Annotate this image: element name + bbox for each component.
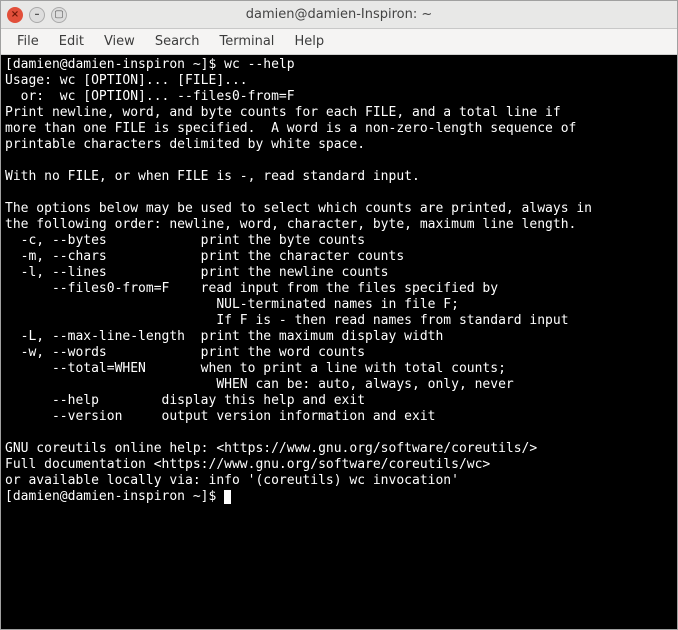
menu-terminal[interactable]: Terminal [209, 31, 284, 52]
output-line: more than one FILE is specified. A word … [5, 121, 576, 136]
output-line: NUL-terminated names in file F; [5, 297, 459, 312]
output-line: -L, --max-line-length print the maximum … [5, 329, 443, 344]
close-icon[interactable]: × [7, 7, 23, 23]
output-line: or: wc [OPTION]... --files0-from=F [5, 89, 295, 104]
terminal-window: × – ▢ damien@damien-Inspiron: ~ File Edi… [0, 0, 678, 630]
output-line: printable characters delimited by white … [5, 137, 365, 152]
prompt-line-1: [damien@damien-inspiron ~]$ [5, 57, 224, 72]
menu-file[interactable]: File [7, 31, 49, 52]
menubar: File Edit View Search Terminal Help [1, 29, 677, 55]
output-line: GNU coreutils online help: <https://www.… [5, 441, 537, 456]
output-line: --files0-from=F read input from the file… [5, 281, 498, 296]
output-line: If F is - then read names from standard … [5, 313, 569, 328]
output-line: --version output version information and… [5, 409, 435, 424]
titlebar: × – ▢ damien@damien-Inspiron: ~ [1, 1, 677, 29]
prompt-line-2: [damien@damien-inspiron ~]$ [5, 489, 224, 504]
cursor-icon [224, 490, 231, 504]
output-line: With no FILE, or when FILE is -, read st… [5, 169, 420, 184]
terminal-area[interactable]: [damien@damien-inspiron ~]$ wc --help Us… [1, 55, 677, 629]
menu-edit[interactable]: Edit [49, 31, 94, 52]
output-line: -c, --bytes print the byte counts [5, 233, 365, 248]
menu-help[interactable]: Help [284, 31, 334, 52]
command-text: wc --help [224, 57, 294, 72]
output-line: Usage: wc [OPTION]... [FILE]... [5, 73, 248, 88]
menu-search[interactable]: Search [145, 31, 210, 52]
maximize-icon[interactable]: ▢ [51, 7, 67, 23]
output-line: The options below may be used to select … [5, 201, 592, 216]
output-line: --total=WHEN when to print a line with t… [5, 361, 506, 376]
output-line: WHEN can be: auto, always, only, never [5, 377, 514, 392]
window-controls: × – ▢ [7, 7, 67, 23]
output-line: -w, --words print the word counts [5, 345, 365, 360]
output-line: -l, --lines print the newline counts [5, 265, 389, 280]
menu-view[interactable]: View [94, 31, 145, 52]
minimize-icon[interactable]: – [29, 7, 45, 23]
output-line: Full documentation <https://www.gnu.org/… [5, 457, 490, 472]
output-line: -m, --chars print the character counts [5, 249, 404, 264]
output-line: --help display this help and exit [5, 393, 365, 408]
output-line: the following order: newline, word, char… [5, 217, 576, 232]
window-title: damien@damien-Inspiron: ~ [1, 7, 677, 22]
output-line: Print newline, word, and byte counts for… [5, 105, 561, 120]
output-line: or available locally via: info '(coreuti… [5, 473, 459, 488]
